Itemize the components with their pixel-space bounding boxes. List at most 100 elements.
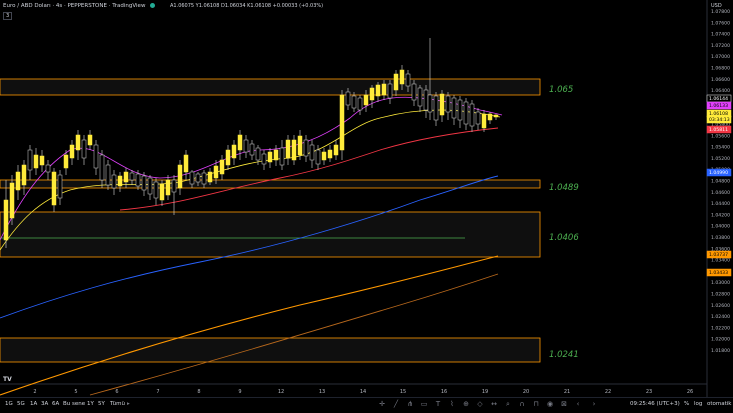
candle-body	[201, 172, 207, 185]
trash-icon[interactable]: ⊠	[560, 400, 568, 408]
candle-body	[75, 134, 81, 151]
price-tick-label: 1.07400	[711, 32, 730, 38]
candle-body	[427, 94, 433, 113]
candle-body	[87, 134, 93, 146]
price-tick-label: 1.03800	[711, 235, 730, 241]
candle-body	[423, 89, 429, 111]
log-toggle[interactable]: log	[694, 401, 702, 407]
zone-rect[interactable]	[0, 179, 541, 189]
price-badge-label: 1.03737	[709, 252, 728, 258]
symbol-title[interactable]: Euro / ABD Doları · 4s · PEPPERSTONE · T…	[3, 3, 158, 9]
candle-body	[57, 174, 63, 199]
range-5y-button[interactable]: 5Y	[98, 401, 105, 407]
chevron-right-icon[interactable]: ›	[590, 400, 598, 408]
candle-body	[231, 144, 237, 159]
range-1d-button[interactable]: 1G	[5, 401, 13, 407]
candle-body	[261, 153, 267, 165]
clock-timezone[interactable]: 09:25:46 (UTC+3)	[630, 401, 680, 407]
zone-label: 1.0489	[549, 183, 579, 193]
price-tick-label: 1.04600	[711, 190, 730, 196]
indicator-toggle-button[interactable]: 3	[3, 12, 13, 20]
candle-body	[213, 165, 219, 179]
candle-body	[51, 171, 57, 206]
candle-body	[463, 101, 469, 125]
candle-body	[3, 199, 9, 241]
candle-body	[481, 113, 487, 129]
trendline-icon[interactable]: ╱	[392, 400, 400, 408]
candle-body	[321, 151, 327, 161]
candle-body	[207, 171, 213, 183]
zone-rect[interactable]	[0, 337, 541, 363]
candle-body	[117, 175, 123, 187]
pitchfork-icon[interactable]: ⋔	[406, 400, 414, 408]
shapes-icon[interactable]: ◇	[476, 400, 484, 408]
goto-date-icon[interactable]: ▸	[127, 401, 130, 407]
price-tick-label: 1.07600	[711, 20, 730, 26]
time-tick-label: 5	[74, 389, 77, 395]
time-tick-label: 12	[278, 389, 284, 395]
candle-body	[487, 113, 493, 121]
percent-toggle[interactable]: %	[684, 401, 689, 407]
candle-body	[417, 87, 423, 107]
zone-rect[interactable]	[0, 78, 541, 96]
time-tick-label: 9	[238, 389, 241, 395]
crosshair-icon[interactable]: ✛	[378, 400, 386, 408]
range-1m-button[interactable]: 1A	[30, 401, 37, 407]
time-tick-label: 2	[33, 389, 36, 395]
measure-icon[interactable]: ↔	[490, 400, 498, 408]
chart-canvas[interactable]: 1.065 1.0489 1.0406 1.0241 1.07800 1.07600 1.0…	[0, 0, 733, 412]
text-icon[interactable]: T	[434, 400, 442, 408]
range-6m-button[interactable]: 6A	[52, 401, 59, 407]
rectangle-icon[interactable]: ▭	[420, 400, 428, 408]
price-tick-label: 1.03000	[711, 280, 730, 286]
eye-icon[interactable]: ◉	[546, 400, 554, 408]
candle-body	[177, 164, 183, 189]
candle-body	[189, 171, 195, 185]
candle-body	[451, 97, 457, 119]
time-tick-label: 6	[115, 389, 118, 395]
candle-body	[9, 182, 15, 219]
time-tick-label: 23	[646, 389, 652, 395]
candle-body	[475, 111, 481, 125]
range-all-button[interactable]: Tümü	[110, 401, 125, 407]
candle-body	[393, 73, 399, 91]
range-ytd-button[interactable]: Bu sene	[63, 401, 85, 407]
zoom-icon[interactable]: ⌕	[504, 400, 512, 408]
range-1y-button[interactable]: 1Y	[87, 401, 94, 407]
bottom-toolbar: 1G 5G 1A 3A 6A Bu sene 1Y 5Y Tümü ▸ ✛ ╱ …	[0, 397, 733, 413]
zone-rect[interactable]	[0, 211, 541, 258]
candle-body	[399, 69, 405, 85]
candle-body	[297, 135, 303, 156]
time-tick-label: 16	[441, 389, 447, 395]
candle-body	[195, 173, 201, 183]
auto-scale-toggle[interactable]: otomatik	[707, 401, 731, 407]
candle-body	[369, 87, 375, 101]
magnet-icon[interactable]: ∩	[518, 400, 526, 408]
price-badge-label: 1.05811	[709, 127, 728, 133]
candle-body	[243, 139, 249, 153]
candle-body	[285, 139, 291, 159]
candle-body	[303, 139, 309, 157]
candle-body	[99, 154, 105, 181]
candle-body	[493, 114, 499, 118]
lock-icon[interactable]: ⊓	[532, 400, 540, 408]
tradingview-chart[interactable]: 1.065 1.0489 1.0406 1.0241 1.07800 1.07600 1.0…	[0, 0, 733, 413]
forecast-icon[interactable]: ⊕	[462, 400, 470, 408]
candle-body	[433, 95, 439, 121]
range-3m-button[interactable]: 3A	[41, 401, 48, 407]
currency-label: USD	[711, 3, 722, 9]
price-tick-label: 1.04400	[711, 201, 730, 207]
candle-body	[81, 139, 87, 159]
price-tick-label: 1.04000	[711, 224, 730, 230]
pattern-icon[interactable]: ⌇	[448, 400, 456, 408]
time-tick-label: 13	[319, 389, 325, 395]
candle-body	[171, 179, 177, 193]
candle-body	[141, 175, 147, 191]
candle-body	[63, 154, 69, 169]
chevron-left-icon[interactable]: ‹	[574, 400, 582, 408]
candle-body	[111, 174, 117, 189]
candle-body	[249, 143, 255, 156]
candle-body	[273, 149, 279, 161]
range-5d-button[interactable]: 5G	[17, 401, 25, 407]
candle-body	[457, 99, 463, 121]
